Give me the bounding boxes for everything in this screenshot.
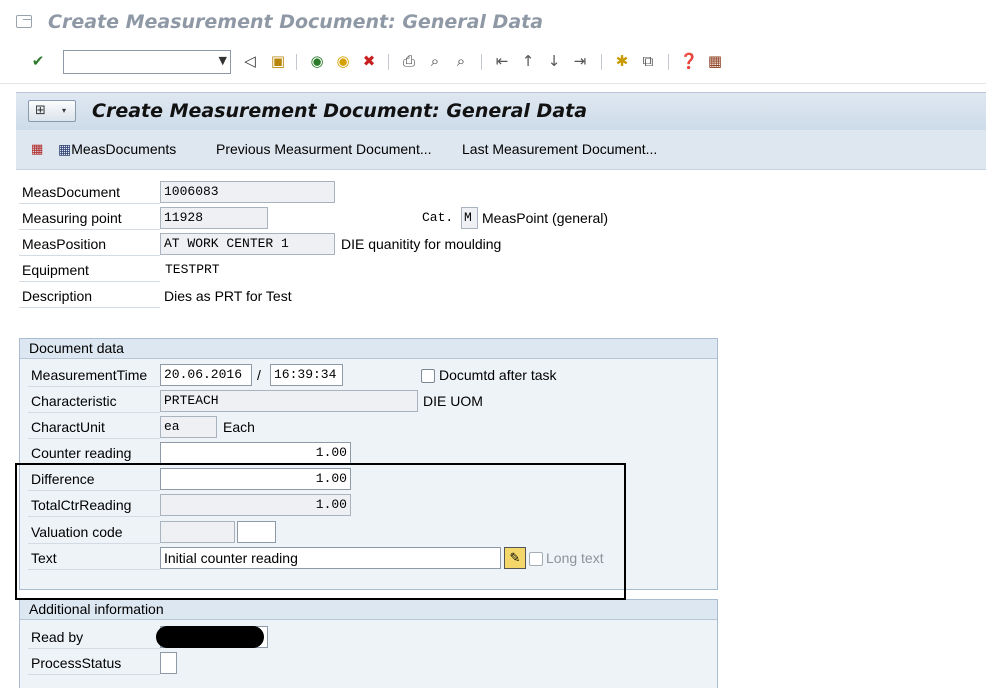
- description-value: Dies as PRT for Test: [164, 288, 292, 304]
- exit-icon[interactable]: ◉: [333, 51, 353, 71]
- window-menu-icon[interactable]: [16, 15, 32, 28]
- charact-unit-field[interactable]: ea: [160, 416, 217, 438]
- meas-position-desc: DIE quanitity for moulding: [341, 236, 502, 252]
- process-status-field[interactable]: [160, 652, 177, 674]
- chevron-down-icon: ▾: [62, 106, 67, 115]
- counter-reading-label: Counter reading: [28, 443, 160, 465]
- next-page-icon[interactable]: ↓: [544, 51, 564, 71]
- charact-unit-desc: Each: [223, 419, 255, 435]
- find-next-icon[interactable]: ⌕: [451, 51, 471, 71]
- previous-document-button[interactable]: Previous Measurment Document...: [216, 141, 432, 157]
- back-circle-icon[interactable]: ◉: [307, 51, 327, 71]
- characteristic-label: Characteristic: [28, 391, 160, 413]
- documented-after-task-label: Documtd after task: [439, 367, 557, 383]
- document-data-title: Document data: [20, 339, 717, 359]
- command-field[interactable]: ▼: [63, 50, 231, 74]
- meas-document-label: MeasDocument: [19, 182, 160, 204]
- measurement-date-field[interactable]: 20.06.2016: [160, 364, 252, 386]
- save-icon[interactable]: ▣: [268, 51, 288, 71]
- category-desc: MeasPoint (general): [482, 210, 609, 226]
- measuring-point-label: Measuring point: [19, 208, 160, 230]
- cancel-icon[interactable]: ✖: [359, 51, 379, 71]
- measurement-time-label: MeasurementTime: [28, 365, 160, 387]
- print-icon[interactable]: ⎙: [399, 51, 419, 71]
- find-icon[interactable]: ⌕: [425, 51, 445, 71]
- equipment-label: Equipment: [19, 260, 160, 282]
- calendar-icon[interactable]: ▦: [31, 141, 43, 157]
- meas-document-field[interactable]: 1006083: [160, 181, 335, 203]
- page-title-band: ⊞ ▾ Create Measurement Document: General…: [16, 92, 986, 130]
- meas-documents-button[interactable]: ▦MeasDocuments: [58, 141, 176, 158]
- first-page-icon[interactable]: ⇤: [492, 51, 512, 71]
- equipment-value[interactable]: TESTPRT: [165, 259, 220, 281]
- menu-button[interactable]: ⊞ ▾: [28, 100, 76, 122]
- prev-page-icon[interactable]: ↑: [518, 51, 538, 71]
- help-icon[interactable]: ❓: [679, 51, 699, 71]
- category-field[interactable]: M: [461, 207, 478, 229]
- characteristic-desc: DIE UOM: [423, 393, 483, 409]
- toolbar-separator: [296, 54, 297, 70]
- process-status-label: ProcessStatus: [28, 653, 160, 675]
- window-title-bar: Create Measurement Document: General Dat…: [0, 0, 986, 44]
- category-label: Cat.: [422, 210, 454, 225]
- redaction-mark: [156, 626, 264, 648]
- charact-unit-label: CharactUnit: [28, 417, 160, 439]
- meas-position-label: MeasPosition: [19, 234, 160, 256]
- table-icon: ▦: [58, 141, 72, 157]
- measuring-point-field[interactable]: 11928: [160, 207, 268, 229]
- additional-info-title: Additional information: [20, 600, 717, 620]
- chevron-down-icon[interactable]: ▼: [219, 54, 227, 67]
- description-label: Description: [19, 286, 160, 308]
- window-title: Create Measurement Document: General Dat…: [48, 11, 544, 33]
- page-title: Create Measurement Document: General Dat…: [92, 100, 588, 122]
- documented-after-task-checkbox[interactable]: [421, 369, 435, 383]
- new-session-icon[interactable]: ✱: [612, 51, 632, 71]
- back-icon[interactable]: ◁: [240, 51, 260, 71]
- last-document-button[interactable]: Last Measurement Document...: [462, 141, 657, 157]
- layout-icon[interactable]: ▦: [705, 51, 725, 71]
- standard-toolbar: ✔ ▼ ◁ ▣ ◉ ◉ ✖ ⎙ ⌕ ⌕ ⇤ ↑ ↓ ⇥ ✱ ⧉ ❓ ▦: [0, 44, 986, 84]
- counter-reading-field[interactable]: 1.00: [160, 442, 351, 464]
- shortcut-icon[interactable]: ⧉: [638, 51, 658, 71]
- toolbar-separator: [601, 54, 602, 70]
- read-by-label: Read by: [28, 627, 160, 649]
- toolbar-separator: [481, 54, 482, 70]
- menu-icon: ⊞: [35, 103, 46, 118]
- measurement-time-field[interactable]: 16:39:34: [270, 364, 343, 386]
- toolbar-separator: [388, 54, 389, 70]
- last-page-icon[interactable]: ⇥: [570, 51, 590, 71]
- highlight-box: [15, 463, 626, 600]
- date-time-separator: /: [257, 367, 261, 383]
- meas-position-field[interactable]: AT WORK CENTER 1: [160, 233, 335, 255]
- characteristic-field[interactable]: PRTEACH: [160, 390, 418, 412]
- check-icon[interactable]: ✔: [28, 51, 48, 71]
- toolbar-separator: [668, 54, 669, 70]
- application-toolbar: ▦ ▦MeasDocuments Previous Measurment Doc…: [16, 130, 986, 170]
